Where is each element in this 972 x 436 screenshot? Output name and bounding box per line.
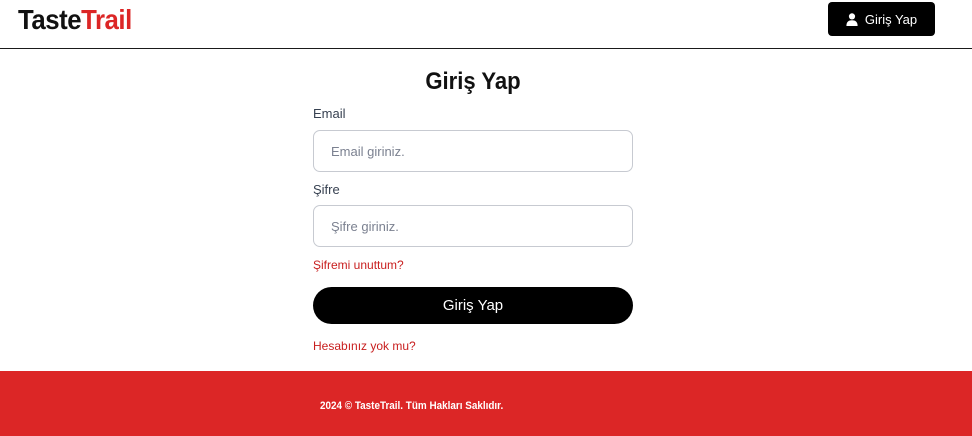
- header-login-button[interactable]: Giriş Yap: [828, 2, 935, 36]
- logo-text-taste: Taste: [18, 4, 82, 35]
- logo[interactable]: TasteTrail: [18, 3, 132, 37]
- email-label: Email: [313, 106, 346, 121]
- register-link[interactable]: Hesabınız yok mu?: [313, 339, 416, 353]
- logo-text-trail: Trail: [81, 4, 132, 35]
- forgot-password-link[interactable]: Şifremi unuttum?: [313, 258, 404, 272]
- header-login-button-label: Giriş Yap: [864, 11, 918, 27]
- site-footer: 2024 © TasteTrail. Tüm Hakları Saklıdır.: [0, 371, 972, 436]
- user-icon: [846, 12, 858, 26]
- page-title: Giriş Yap: [425, 68, 521, 95]
- login-submit-button[interactable]: Giriş Yap: [313, 287, 633, 324]
- password-label: Şifre: [313, 182, 340, 197]
- site-header: TasteTrail Giriş Yap: [0, 0, 972, 49]
- footer-copyright: 2024 © TasteTrail. Tüm Hakları Saklıdır.: [320, 400, 504, 412]
- password-field[interactable]: [313, 205, 633, 247]
- email-field[interactable]: [313, 130, 633, 172]
